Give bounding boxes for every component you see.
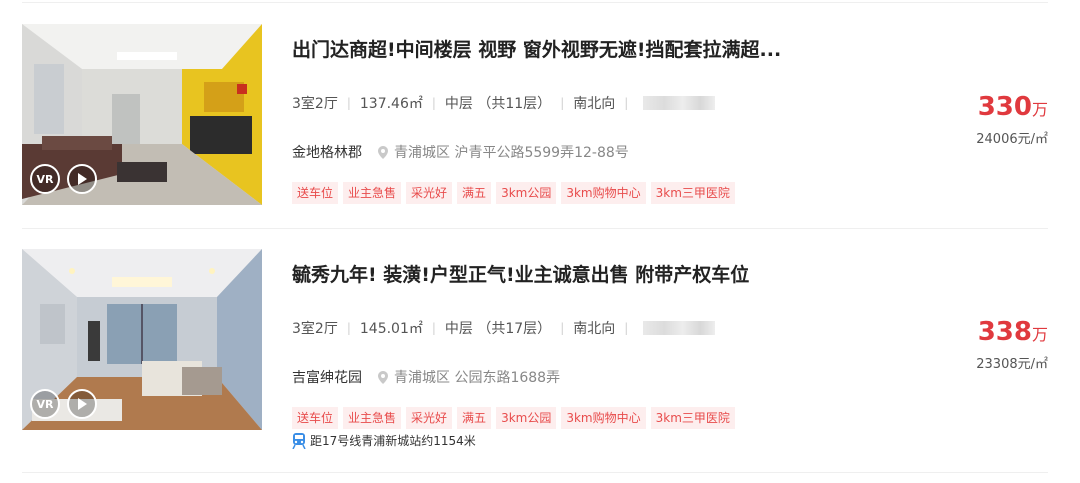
unit-price: 23308元/㎡	[976, 357, 1048, 372]
top-divider	[22, 2, 1048, 3]
listing-photo[interactable]: VR	[22, 24, 262, 205]
separator: |	[431, 321, 436, 335]
separator: |	[431, 96, 436, 110]
listing-title[interactable]: 出门达商超!中间楼层 视野 窗外视野无遮!挡配套拉满超...	[292, 35, 892, 62]
play-video-button[interactable]	[67, 389, 97, 419]
listing-card[interactable]: VR 出门达商超!中间楼层 视野 窗外视野无遮!挡配套拉满超... 3室2厅 |…	[22, 24, 1048, 214]
separator: |	[624, 321, 629, 335]
listing-photo[interactable]: VR	[22, 249, 262, 430]
separator: |	[624, 96, 629, 110]
separator: |	[346, 321, 351, 335]
metro-distance: 距17号线青浦新城站约1154米	[310, 434, 476, 448]
house-area: 145.01㎡	[359, 321, 423, 337]
location: 吉富绅花园 青浦城区 公园东路1688弄	[292, 367, 560, 387]
separator: |	[560, 96, 565, 110]
tag: 业主急售	[343, 182, 402, 204]
house-floor: 中层 （共11层）	[444, 96, 552, 112]
address[interactable]: 青浦城区 公园东路1688弄	[394, 367, 560, 387]
tag: 采光好	[406, 182, 453, 204]
tag: 采光好	[406, 407, 453, 429]
tag-list: 送车位 业主急售 采光好 满五 3km公园 3km购物中心 3km三甲医院	[292, 407, 735, 429]
separator: |	[560, 321, 565, 335]
house-layout: 3室2厅	[292, 96, 338, 112]
tag: 3km购物中心	[561, 407, 646, 429]
tag-list: 送车位 业主急售 采光好 满五 3km公园 3km购物中心 3km三甲医院	[292, 182, 735, 204]
tag: 3km公园	[496, 407, 557, 429]
vr-tour-button[interactable]: VR	[30, 389, 60, 419]
house-area: 137.46㎡	[359, 96, 423, 112]
separator: |	[346, 96, 351, 110]
community-name[interactable]: 吉富绅花园	[292, 367, 362, 387]
house-info: 3室2厅 | 137.46㎡ | 中层 （共11层） | 南北向 |	[292, 93, 716, 113]
price-unit: 万	[1031, 325, 1048, 344]
total-price: 338万	[978, 317, 1048, 347]
tag: 满五	[457, 182, 492, 204]
play-video-button[interactable]	[67, 164, 97, 194]
tag: 送车位	[292, 407, 339, 429]
location-pin-icon	[378, 370, 388, 384]
location: 金地格林郡 青浦城区 沪青平公路5599弄12-88号	[292, 142, 629, 162]
community-name[interactable]: 金地格林郡	[292, 142, 362, 162]
house-layout: 3室2厅	[292, 321, 338, 337]
listing-divider	[22, 228, 1048, 229]
tag: 业主急售	[343, 407, 402, 429]
metro-info: 距17号线青浦新城站约1154米	[292, 432, 476, 449]
tag: 3km三甲医院	[650, 182, 735, 204]
metro-icon	[292, 432, 306, 449]
location-pin-icon	[378, 145, 388, 159]
price-value: 338	[977, 317, 1032, 347]
listing-divider	[22, 472, 1048, 473]
tag: 满五	[457, 407, 492, 429]
total-price: 330万	[978, 92, 1048, 122]
listing-title[interactable]: 毓秀九年! 装潢!户型正气!业主诚意出售 附带产权车位	[292, 260, 892, 287]
tag: 3km购物中心	[561, 182, 646, 204]
tag: 3km公园	[496, 182, 557, 204]
play-icon	[78, 398, 87, 410]
unit-price: 24006元/㎡	[976, 132, 1048, 147]
price-value: 330	[977, 92, 1032, 122]
price-unit: 万	[1031, 100, 1048, 119]
house-orientation: 南北向	[573, 96, 616, 112]
play-icon	[78, 173, 87, 185]
blurred-info	[643, 321, 716, 335]
house-info: 3室2厅 | 145.01㎡ | 中层 （共17层） | 南北向 |	[292, 318, 716, 338]
house-floor: 中层 （共17层）	[444, 321, 552, 337]
listing-card[interactable]: VR 毓秀九年! 装潢!户型正气!业主诚意出售 附带产权车位 3室2厅 | 14…	[22, 249, 1048, 449]
house-orientation: 南北向	[573, 321, 616, 337]
blurred-info	[643, 96, 716, 110]
address[interactable]: 青浦城区 沪青平公路5599弄12-88号	[394, 142, 629, 162]
vr-tour-button[interactable]: VR	[30, 164, 60, 194]
tag: 送车位	[292, 182, 339, 204]
tag: 3km三甲医院	[650, 407, 735, 429]
